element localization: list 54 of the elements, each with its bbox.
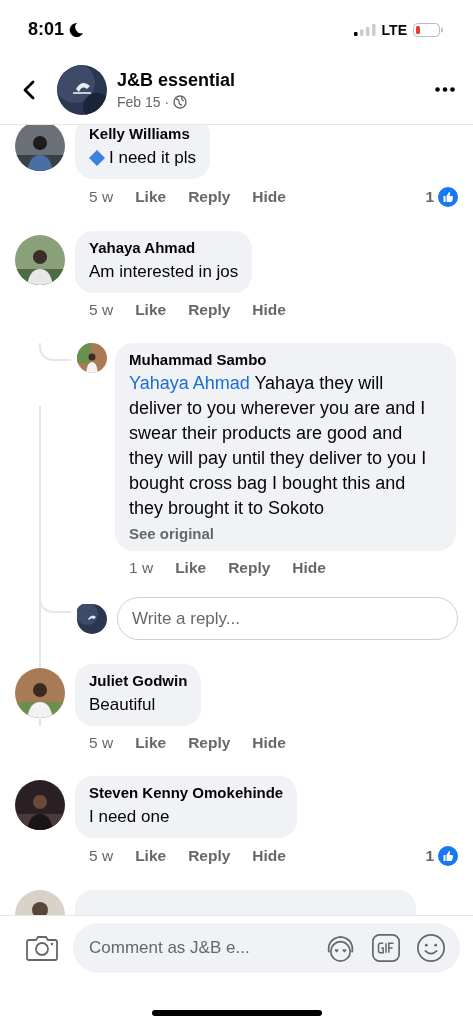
- comment-age: 5 w: [89, 188, 114, 206]
- comment-action[interactable]: Hide: [252, 734, 286, 752]
- comment-text: I need one: [89, 806, 170, 828]
- moon-icon: [68, 21, 85, 38]
- mention-link[interactable]: Yahaya Ahmad: [129, 373, 250, 393]
- comment-action[interactable]: Like: [135, 734, 167, 752]
- comment-text: I need it pls: [109, 147, 196, 169]
- globe-icon: [173, 94, 188, 109]
- comment-action[interactable]: Like: [135, 188, 167, 206]
- comment-action[interactable]: Hide: [252, 188, 286, 206]
- comment-author[interactable]: Juliet Godwin: [89, 672, 188, 689]
- comment-action[interactable]: Hide: [252, 301, 286, 319]
- comment-author[interactable]: Steven Kenny Omokehinde: [89, 784, 284, 801]
- comment-action[interactable]: Reply: [188, 301, 231, 319]
- comment-input-field[interactable]: Comment as J&B e...: [89, 938, 310, 958]
- comment-author[interactable]: Yahaya Ahmad: [89, 239, 239, 256]
- comment-age: 5 w: [89, 301, 114, 319]
- clock-time: 8:01: [28, 19, 65, 40]
- reply-input-field[interactable]: Write a reply...: [117, 597, 458, 640]
- diamond-icon: [89, 149, 105, 166]
- comment-action[interactable]: Hide: [292, 559, 326, 577]
- comment-action[interactable]: Like: [175, 559, 207, 577]
- comment-text: Yahaya Ahmad Yahaya they will deliver to you wherever you are and I swear their products are good and they will pay until they deliver to you I bought cross bag I bought this and they brought it to Sokoto: [129, 372, 428, 520]
- comment-author[interactable]: Kelly Williams: [89, 125, 196, 142]
- thread-connector: [39, 343, 71, 361]
- camera-icon[interactable]: [26, 934, 58, 962]
- comment-text: Am interested in jos: [89, 261, 239, 283]
- comment-age: 1 w: [129, 559, 154, 577]
- see-original-link[interactable]: See original: [129, 525, 442, 542]
- page-title[interactable]: J&B essential: [117, 69, 236, 91]
- emoji-icon[interactable]: [416, 933, 446, 963]
- comment-action[interactable]: Reply: [188, 188, 231, 206]
- comment-author[interactable]: Muhammad Sambo: [129, 351, 442, 368]
- comment-action[interactable]: Like: [135, 847, 167, 865]
- comment-action[interactable]: Like: [135, 301, 167, 319]
- thumbs-up-icon: [438, 187, 458, 207]
- comment-action[interactable]: Hide: [252, 847, 286, 865]
- comment-action[interactable]: Reply: [188, 847, 231, 865]
- comment-text: Beautiful: [89, 694, 156, 716]
- battery-icon: [413, 22, 443, 37]
- thumbs-up-icon: [438, 846, 458, 866]
- post-date: Feb 15: [117, 93, 161, 110]
- like-count[interactable]: 1: [425, 847, 434, 865]
- back-icon[interactable]: [23, 79, 35, 100]
- comment-action[interactable]: Reply: [228, 559, 271, 577]
- gif-icon[interactable]: [371, 933, 401, 963]
- comment-age: 5 w: [89, 847, 114, 865]
- comment-age: 5 w: [89, 734, 114, 752]
- more-icon[interactable]: [435, 87, 455, 92]
- comment-action[interactable]: Reply: [188, 734, 231, 752]
- signal-icon: [353, 23, 376, 36]
- like-count[interactable]: 1: [425, 188, 434, 206]
- network-label: LTE: [381, 21, 407, 38]
- separator-dot: ·: [164, 93, 170, 110]
